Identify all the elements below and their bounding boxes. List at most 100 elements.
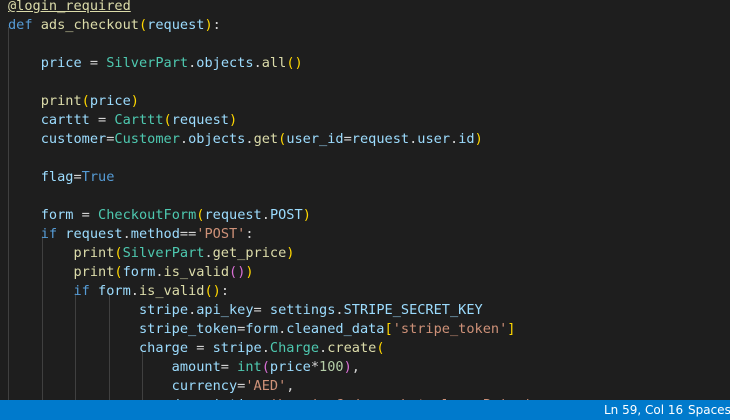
code-token: ) (286, 245, 295, 261)
code-token: 'POST' (196, 226, 246, 242)
code-token: if (8, 226, 66, 242)
code-token: get_price (212, 245, 287, 261)
code-token: . (261, 207, 270, 223)
code-token: request (65, 226, 123, 242)
code-line[interactable]: print(form.is_valid()) (8, 263, 253, 282)
code-token: : (212, 17, 221, 33)
code-line[interactable]: def ads_checkout(request): (8, 16, 221, 35)
code-line[interactable]: print(SilverPart.get_price) (8, 244, 294, 263)
code-line[interactable]: carttt = Carttt(request) (8, 111, 237, 130)
code-token: flag (8, 169, 74, 185)
code-token: form (245, 321, 279, 337)
code-token: . (245, 131, 254, 147)
code-token: ( (81, 93, 90, 109)
code-token: price (269, 359, 311, 375)
code-token: Carttt (114, 112, 164, 128)
code-token: user (417, 131, 451, 147)
code-line[interactable]: currency='AED', (8, 377, 295, 396)
code-token: id (458, 131, 475, 147)
code-token: CheckoutForm (98, 207, 197, 223)
code-token: currency (8, 378, 238, 394)
code-line[interactable]: if form.is_valid(): (8, 282, 229, 301)
code-token: . (122, 226, 131, 242)
code-token: ) (343, 359, 352, 375)
code-token: , (286, 378, 295, 394)
code-token: is_valid (138, 283, 205, 299)
code-token: ) (229, 112, 238, 128)
code-token: def (8, 17, 41, 33)
code-token: SilverPart (106, 55, 189, 71)
code-token: == (179, 226, 197, 242)
code-token: amount (8, 359, 221, 375)
code-token: method (130, 226, 180, 242)
code-token: * (310, 359, 320, 375)
code-token: Charge (269, 340, 320, 356)
code-token: = (89, 112, 115, 128)
code-token: = (343, 131, 352, 147)
code-token: () (229, 264, 246, 280)
code-token: [ (384, 321, 393, 337)
code-line[interactable]: @login_required (8, 0, 131, 16)
indentation-setting[interactable]: Spaces: 4 (688, 400, 730, 420)
code-token: customer (8, 131, 107, 147)
code-token: @login_required (8, 0, 131, 14)
code-token: form (8, 207, 74, 223)
code-line[interactable]: print(price) (8, 92, 139, 111)
code-token: stripe (212, 340, 262, 356)
code-token: True (81, 169, 115, 185)
code-token: objects (188, 131, 246, 147)
code-token: . (319, 340, 328, 356)
code-token: ( (376, 340, 385, 356)
code-token: . (253, 55, 262, 71)
code-token: . (155, 264, 164, 280)
code-token: = (220, 359, 238, 375)
code-token: form (122, 264, 156, 280)
code-token: ( (163, 112, 172, 128)
code-token: STRIPE_SECRET_KEY (343, 302, 483, 318)
code-token: Customer (114, 131, 180, 147)
code-line[interactable]: stripe_token=form.cleaned_data['stripe_t… (8, 320, 516, 339)
code-token: . (179, 131, 189, 147)
code-token: is_valid (163, 264, 230, 280)
code-token: api_key (196, 302, 254, 318)
code-token: request (171, 112, 229, 128)
code-token: 100 (319, 359, 344, 375)
code-editor[interactable]: @login_requireddef ads_checkout(request)… (0, 0, 730, 400)
code-token: : (245, 226, 254, 242)
code-token: . (261, 340, 270, 356)
code-token: request (204, 207, 262, 223)
code-token: charge (8, 340, 189, 356)
code-token: settings (269, 302, 336, 318)
code-line[interactable]: charge = stripe.Charge.create( (8, 339, 385, 358)
code-line[interactable]: if request.method=='POST': (8, 225, 254, 244)
code-token: SilverPart (122, 245, 205, 261)
code-token: request (147, 17, 205, 33)
code-token: = (188, 340, 213, 356)
code-token: objects (196, 55, 254, 71)
code-token: = (73, 169, 82, 185)
code-token: 'stripe_token' (392, 321, 508, 337)
code-line[interactable]: price = SilverPart.objects.all() (8, 54, 303, 73)
code-token: stripe (8, 302, 189, 318)
code-token: 'AED' (245, 378, 287, 394)
code-line[interactable]: form = CheckoutForm(request.POST) (8, 206, 311, 225)
code-line[interactable]: stripe.api_key= settings.STRIPE_SECRET_K… (8, 301, 483, 320)
code-token: carttt (8, 112, 90, 128)
code-token: request (351, 131, 410, 147)
code-token: int (237, 359, 262, 375)
code-token: . (450, 131, 459, 147)
cursor-position[interactable]: Ln 59, Col 16 (604, 400, 683, 420)
code-line[interactable]: flag=True (8, 168, 115, 187)
code-token: = (81, 55, 107, 71)
code-token: ( (138, 17, 148, 33)
code-token: price (89, 93, 131, 109)
code-token: ) (204, 17, 213, 33)
code-line[interactable]: amount= int(price*100), (8, 358, 360, 377)
code-token: ( (114, 245, 123, 261)
code-token: print (8, 264, 115, 280)
code-token: ) (302, 207, 311, 223)
code-line[interactable]: customer=Customer.objects.get(user_id=re… (8, 130, 483, 149)
code-token: if (8, 283, 99, 299)
code-token: = (253, 302, 270, 318)
code-token: print (8, 245, 115, 261)
